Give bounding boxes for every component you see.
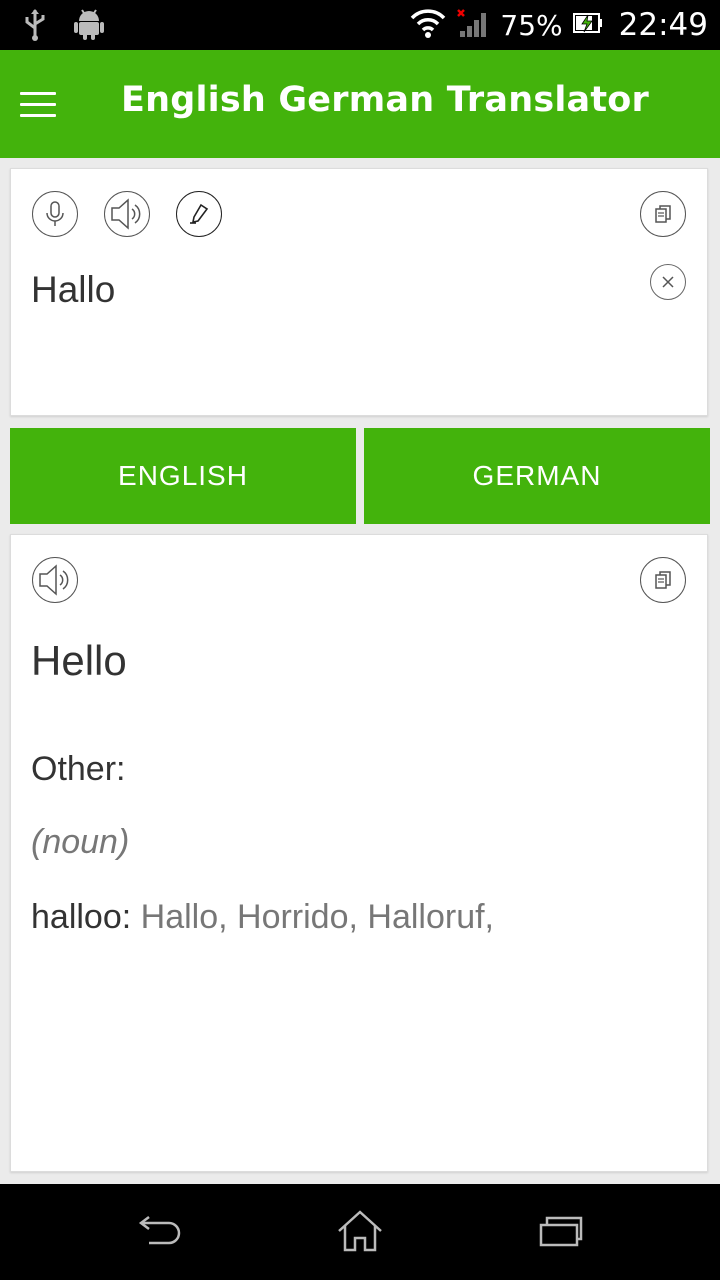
output-card: Hello Other: (noun) halloo: Hallo, Horri… — [10, 534, 708, 1172]
app-title: English German Translator — [120, 80, 650, 120]
back-button[interactable] — [130, 1206, 190, 1256]
handwriting-button[interactable] — [176, 191, 222, 237]
battery-percent: 75% — [500, 8, 563, 42]
dictionary-entry: halloo: Hallo, Horrido, Halloruf, — [31, 898, 494, 937]
entry-word: halloo: — [31, 898, 132, 936]
back-icon — [138, 1216, 181, 1245]
speak-input-button[interactable] — [104, 191, 150, 237]
other-label: Other: — [31, 750, 126, 788]
speaker-icon — [39, 564, 69, 596]
close-icon — [662, 276, 674, 288]
battery-charging-icon — [572, 12, 603, 39]
target-language-button[interactable]: GERMAN — [364, 428, 710, 524]
copy-icon — [655, 205, 671, 223]
usb-icon — [22, 8, 48, 47]
signal-icon — [456, 7, 490, 44]
speaker-icon — [111, 198, 141, 230]
recents-icon — [539, 1216, 583, 1247]
entry-translations: Hallo, Horrido, Halloruf, — [131, 898, 494, 936]
copy-icon — [655, 571, 671, 589]
wifi-icon — [410, 8, 446, 43]
copy-input-button[interactable] — [640, 191, 686, 237]
home-button[interactable] — [330, 1206, 390, 1256]
home-icon — [338, 1210, 382, 1252]
navigation-bar — [0, 1184, 720, 1280]
app-bar: English German Translator — [0, 50, 720, 158]
source-language-button[interactable]: ENGLISH — [10, 428, 356, 524]
recents-button[interactable] — [530, 1206, 590, 1256]
status-bar: 75% 22:49 — [0, 0, 720, 50]
copy-output-button[interactable] — [640, 557, 686, 603]
input-text-field[interactable]: Hallo — [31, 269, 115, 311]
microphone-button[interactable] — [32, 191, 78, 237]
speak-output-button[interactable] — [32, 557, 78, 603]
input-card: Hallo — [10, 168, 708, 416]
translation-result: Hello — [31, 637, 127, 684]
pen-icon — [190, 203, 209, 224]
clock: 22:49 — [618, 7, 708, 43]
microphone-icon — [46, 201, 64, 226]
part-of-speech-label: (noun) — [31, 823, 130, 861]
android-debug-icon — [74, 9, 104, 46]
clear-input-button[interactable] — [650, 264, 686, 300]
